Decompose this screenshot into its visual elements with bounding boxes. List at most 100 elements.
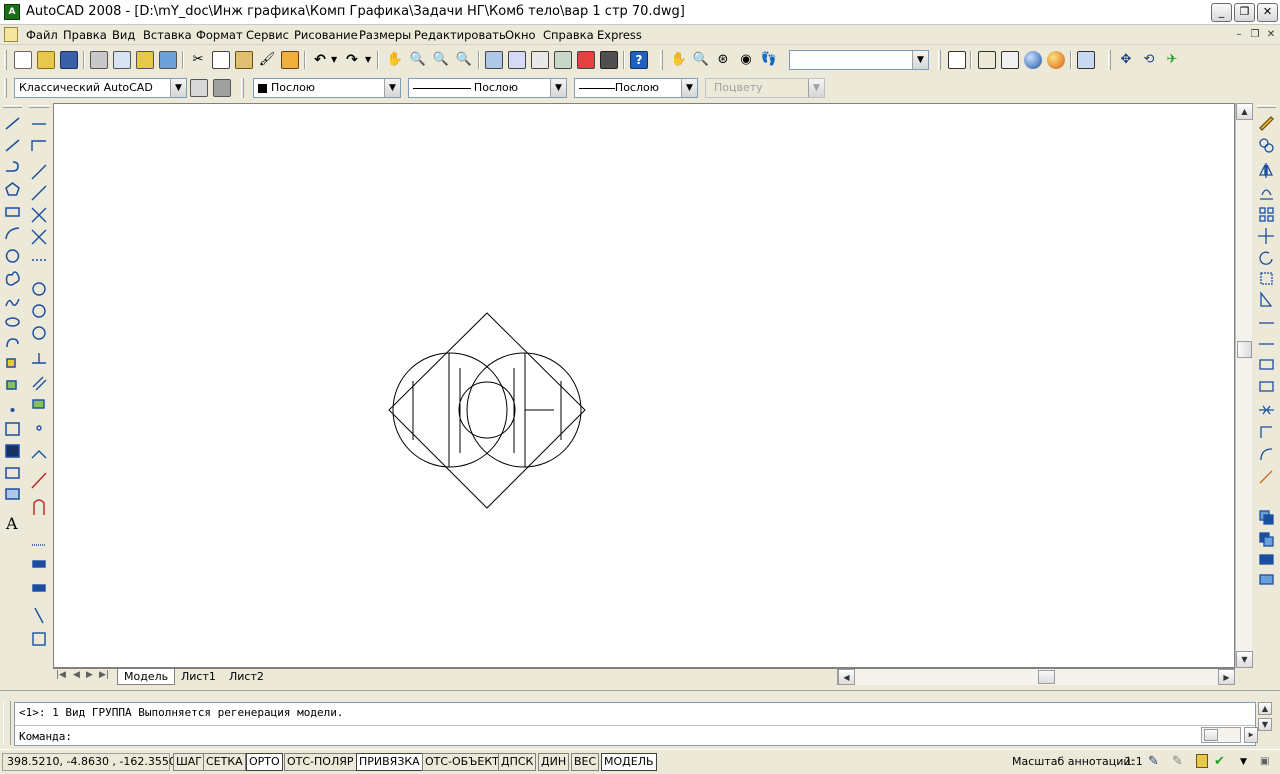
toolbar-grip[interactable]	[29, 105, 49, 108]
my-workspace-icon[interactable]	[213, 79, 231, 97]
visual-styles-manager-icon[interactable]	[1077, 51, 1095, 69]
annotation-visibility-icon[interactable]: ✎	[1148, 754, 1164, 770]
3d-hidden-icon[interactable]	[1001, 51, 1019, 69]
toolbar-grip[interactable]	[4, 78, 7, 98]
menu-file[interactable]: Файл	[26, 28, 58, 42]
chevron-down-icon[interactable]: ▼	[550, 79, 566, 97]
status-menu-icon[interactable]: ▼	[1240, 754, 1256, 770]
autocad-app-icon[interactable]: A	[4, 4, 20, 20]
tool-palettes-icon[interactable]	[531, 51, 549, 69]
document-close-button[interactable]: ✕	[1264, 28, 1278, 42]
scroll-up-icon[interactable]: ▲	[1236, 103, 1253, 120]
properties-icon[interactable]	[485, 51, 503, 69]
design-center-icon[interactable]	[508, 51, 526, 69]
workspace-settings-icon[interactable]	[190, 79, 208, 97]
realistic-icon[interactable]	[1024, 51, 1042, 69]
chevron-down-icon[interactable]: ▼	[384, 79, 400, 97]
auto-scale-icon[interactable]: ✎	[1172, 754, 1188, 770]
ducs-toggle[interactable]: ДПСК	[498, 753, 537, 771]
menu-modify[interactable]: Редактировать	[414, 28, 506, 42]
chevron-down-icon[interactable]: ▼	[170, 79, 186, 97]
help-icon[interactable]: ?	[630, 51, 648, 69]
lock-icon[interactable]	[1196, 754, 1208, 768]
match-properties-icon[interactable]: 🖌	[258, 51, 276, 69]
vertical-scrollbar[interactable]: ▲ ▼	[1235, 103, 1253, 668]
model-toggle[interactable]: МОДЕЛЬ	[601, 753, 657, 771]
next-tab-icon[interactable]: ▶	[86, 670, 93, 680]
command-hscroll[interactable]	[1201, 727, 1241, 743]
command-window[interactable]: <1>: 1 Вид ГРУППА Выполняется регенераци…	[14, 702, 1258, 746]
cut-icon[interactable]: ✂	[189, 51, 207, 69]
osnap-toggle[interactable]: ПРИВЯЗКА	[356, 753, 423, 771]
scroll-down-icon[interactable]: ▼	[1236, 651, 1253, 668]
menu-draw[interactable]: Рисование	[294, 28, 358, 42]
polar-toggle[interactable]: ОТС-ПОЛЯР	[284, 753, 357, 771]
save-icon[interactable]	[60, 51, 78, 69]
chevron-down-icon[interactable]: ▼	[912, 51, 928, 69]
redo-icon[interactable]: ↷	[343, 51, 361, 69]
linetype-combo[interactable]: Послою ▼	[408, 78, 567, 98]
calculator-icon[interactable]	[600, 51, 618, 69]
menu-insert[interactable]: Вставка	[143, 28, 192, 42]
close-button[interactable]: ✕	[1257, 3, 1278, 22]
document-restore-button[interactable]: ❐	[1248, 28, 1262, 42]
pan-icon[interactable]: ✋	[670, 51, 688, 69]
3d-fly-icon[interactable]: ✈	[1163, 51, 1181, 69]
color-combo[interactable]: Послою ▼	[253, 78, 401, 98]
last-tab-icon[interactable]: ▶|	[99, 670, 109, 680]
lineweight-combo[interactable]: Послою ▼	[574, 78, 698, 98]
toolbar-grip[interactable]	[1108, 50, 1111, 70]
2d-wireframe-icon[interactable]	[948, 51, 966, 69]
scroll-thumb[interactable]	[1237, 341, 1252, 358]
menu-format[interactable]: Формат	[196, 28, 243, 42]
block-editor-icon[interactable]	[281, 51, 299, 69]
3d-orbit-icon[interactable]: ⟲	[1140, 51, 1158, 69]
zoom-icon[interactable]: 🔍	[692, 51, 710, 69]
toolbar-grip[interactable]	[4, 50, 7, 70]
plot-preview-icon[interactable]	[113, 51, 131, 69]
scroll-left-icon[interactable]: ◀	[838, 669, 855, 685]
document-minimize-button[interactable]: –	[1232, 28, 1246, 42]
zoom-previous-icon[interactable]: 🔍	[455, 51, 473, 69]
minimize-button[interactable]: _	[1211, 3, 1232, 22]
drawing-svg[interactable]	[54, 104, 1234, 667]
walk-icon[interactable]: 👣	[760, 51, 778, 69]
command-prompt[interactable]: Команда:	[19, 730, 72, 743]
publish-icon[interactable]	[136, 51, 154, 69]
annotation-scale-value[interactable]: 1:1	[1125, 755, 1143, 768]
menu-tools[interactable]: Сервис	[246, 28, 289, 42]
ortho-toggle[interactable]: ОРТО	[246, 753, 283, 771]
command-grip[interactable]	[3, 701, 11, 745]
command-scroll-down-icon[interactable]: ▼	[1258, 718, 1272, 731]
orbit-icon[interactable]: ⊛	[714, 51, 732, 69]
maximize-button[interactable]: ❐	[1234, 3, 1255, 22]
menu-express[interactable]: Express	[597, 28, 642, 42]
scroll-right-icon[interactable]: ▶	[1218, 669, 1235, 685]
menu-window[interactable]: Окно	[505, 28, 536, 42]
paste-icon[interactable]	[235, 51, 253, 69]
tab-layout1[interactable]: Лист1	[175, 669, 222, 685]
tab-model[interactable]: Модель	[117, 669, 176, 685]
chevron-down-icon[interactable]: ▼	[681, 79, 697, 97]
sheet-set-icon[interactable]	[554, 51, 572, 69]
3d-pan-icon[interactable]: ✥	[1117, 51, 1135, 69]
zoom-window-icon[interactable]: 🔍	[432, 51, 450, 69]
command-scroll-right-icon[interactable]: ▶	[1244, 727, 1258, 743]
clean-screen-icon[interactable]: ▣	[1260, 754, 1276, 770]
new-file-icon[interactable]	[14, 51, 32, 69]
toolbar-grip[interactable]	[660, 50, 663, 70]
menu-view[interactable]: Вид	[112, 28, 135, 42]
horizontal-scrollbar[interactable]: ◀ ▶	[837, 669, 1235, 685]
command-scroll-up-icon[interactable]: ▲	[1258, 702, 1272, 715]
markup-set-icon[interactable]	[577, 51, 595, 69]
otrack-toggle[interactable]: ОТС-ОБЪЕКТ	[422, 753, 502, 771]
hscroll-thumb[interactable]	[1038, 670, 1055, 684]
lineweight-toggle[interactable]: ВЕС	[571, 753, 600, 771]
zoom-realtime-icon[interactable]: 🔍	[409, 51, 427, 69]
trusted-icon[interactable]: ✔	[1214, 754, 1230, 770]
dyn-toggle[interactable]: ДИН	[538, 753, 570, 771]
camera-icon[interactable]: ◉	[737, 51, 755, 69]
snap-toggle[interactable]: ШАГ	[173, 753, 205, 771]
3d-wireframe-icon[interactable]	[978, 51, 996, 69]
toolbar-grip[interactable]	[938, 50, 941, 70]
